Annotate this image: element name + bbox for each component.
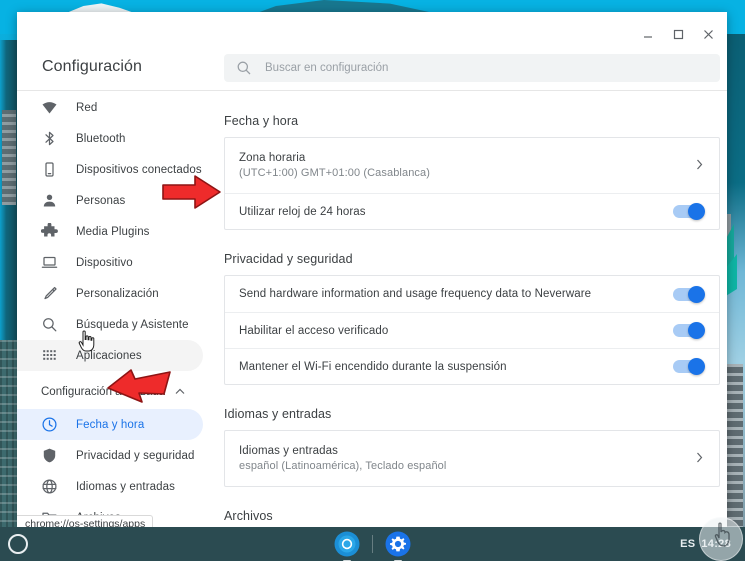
globe-icon <box>41 478 58 495</box>
setting-sublabel: español (Latinoamérica), Teclado español <box>239 460 447 472</box>
setting-toggle[interactable] <box>673 322 705 339</box>
settings-row-text: Zona horaria (UTC+1:00) GMT+01:00 (Casab… <box>239 152 430 179</box>
puzzle-icon <box>41 223 58 240</box>
mouse-cursor <box>78 330 96 352</box>
sidebar-item-label: Bluetooth <box>76 132 126 145</box>
settings-row[interactable]: Send hardware information and usage freq… <box>225 276 719 312</box>
setting-label: Utilizar reloj de 24 horas <box>239 205 366 218</box>
section-title: Idiomas y entradas <box>224 407 332 421</box>
window-controls <box>633 22 723 46</box>
sidebar-item-personalizaci-n[interactable]: Personalización <box>17 278 203 309</box>
search-icon <box>236 60 252 76</box>
setting-sublabel: (UTC+1:00) GMT+01:00 (Casablanca) <box>239 167 430 179</box>
shelf: ES 14:28 <box>0 527 745 561</box>
chevron-up-icon <box>175 387 185 397</box>
sidebar-item-label: Personas <box>76 194 126 207</box>
app-header: Configuración Buscar en configuración <box>17 12 727 91</box>
sidebar: Red Bluetooth Dispositivos conectados Pe… <box>17 92 207 527</box>
settings-row-text: Send hardware information and usage freq… <box>239 288 591 300</box>
status-url-bubble: chrome://os-settings/apps <box>17 515 154 527</box>
toggle-knob <box>688 285 705 303</box>
shelf-separator <box>372 535 373 553</box>
toggle-knob <box>688 358 705 375</box>
minimize-button[interactable] <box>633 22 663 46</box>
arrow-to-fecha-y-hora <box>104 368 176 410</box>
sidebar-item-b-squeda-y-asistente[interactable]: Búsqueda y Asistente <box>17 309 203 340</box>
sidebar-item-idiomas-y-entradas[interactable]: Idiomas y entradas <box>17 471 203 502</box>
page-title: Configuración <box>42 58 143 75</box>
settings-card: Idiomas y entradas español (Latinoaméric… <box>224 430 720 487</box>
settings-row[interactable]: Zona horaria (UTC+1:00) GMT+01:00 (Casab… <box>225 138 719 193</box>
search-icon <box>41 316 58 333</box>
brush-icon <box>41 285 58 302</box>
sidebar-item-label: Media Plugins <box>76 225 150 238</box>
settings-row[interactable]: Idiomas y entradas español (Latinoaméric… <box>225 431 719 486</box>
cursor-secondary <box>713 522 735 553</box>
search-input[interactable]: Buscar en configuración <box>224 54 720 82</box>
settings-row-text: Mantener el Wi-Fi encendido durante la s… <box>239 361 507 373</box>
settings-row-text: Habilitar el acceso verificado <box>239 325 388 337</box>
apps-grid-icon <box>41 347 58 364</box>
bluetooth-icon <box>41 130 58 147</box>
chevron-right-icon <box>696 452 703 466</box>
settings-gear-icon[interactable] <box>385 531 411 561</box>
maximize-button[interactable] <box>663 22 693 46</box>
setting-label: Mantener el Wi-Fi encendido durante la s… <box>239 360 507 373</box>
chevron-right-icon <box>696 159 703 173</box>
close-button[interactable] <box>693 22 723 46</box>
search-placeholder: Buscar en configuración <box>265 62 389 74</box>
person-icon <box>41 192 58 209</box>
section-title: Privacidad y seguridad <box>224 252 353 266</box>
sidebar-item-label: Red <box>76 101 98 114</box>
sidebar-item-label: Privacidad y seguridad <box>76 449 195 462</box>
wallpaper-left-buildings <box>0 40 18 540</box>
chrome-icon[interactable] <box>334 531 360 561</box>
status-url-text: chrome://os-settings/apps <box>25 518 146 527</box>
sidebar-item-fecha-y-hora[interactable]: Fecha y hora <box>17 409 203 440</box>
phone-icon <box>41 161 58 178</box>
section-title: Archivos <box>224 509 273 523</box>
toggle-knob <box>688 322 705 339</box>
sidebar-item-dispositivo[interactable]: Dispositivo <box>17 247 203 278</box>
wifi-icon <box>41 99 58 116</box>
sidebar-item-bluetooth[interactable]: Bluetooth <box>17 123 203 154</box>
settings-row[interactable]: Utilizar reloj de 24 horas <box>225 193 719 229</box>
sidebar-item-label: Búsqueda y Asistente <box>76 318 189 331</box>
sidebar-nav-list: Red Bluetooth Dispositivos conectados Pe… <box>17 92 207 371</box>
settings-row[interactable]: Mantener el Wi-Fi encendido durante la s… <box>225 348 719 384</box>
section-title: Fecha y hora <box>224 114 299 128</box>
settings-card: Zona horaria (UTC+1:00) GMT+01:00 (Casab… <box>224 137 720 230</box>
laptop-icon <box>41 254 58 271</box>
main-content: Fecha y hora Zona horaria (UTC+1:00) GMT… <box>208 92 727 527</box>
settings-card: Send hardware information and usage freq… <box>224 275 720 385</box>
settings-row-text: Utilizar reloj de 24 horas <box>239 206 366 218</box>
clock-icon <box>41 416 58 433</box>
sidebar-item-label: Personalización <box>76 287 159 300</box>
settings-row[interactable]: Habilitar el acceso verificado <box>225 312 719 348</box>
settings-window: Configuración Buscar en configuración Re… <box>17 12 727 527</box>
sidebar-item-aplicaciones[interactable]: Aplicaciones <box>17 340 203 371</box>
setting-label: Zona horaria <box>239 152 306 164</box>
shield-icon <box>41 447 58 464</box>
sidebar-item-red[interactable]: Red <box>17 92 203 123</box>
keyboard-layout-indicator: ES <box>680 538 696 550</box>
sidebar-item-label: Idiomas y entradas <box>76 480 175 493</box>
sidebar-advanced-list: Fecha y hora Privacidad y seguridad Idio… <box>17 409 207 527</box>
sidebar-item-privacidad-y-seguridad[interactable]: Privacidad y seguridad <box>17 440 203 471</box>
arrow-to-24h-clock <box>161 173 223 211</box>
setting-toggle[interactable] <box>673 358 705 375</box>
setting-label: Idiomas y entradas <box>239 445 338 457</box>
shelf-app-list <box>0 527 745 561</box>
setting-toggle[interactable] <box>673 203 705 220</box>
sidebar-item-label: Dispositivo <box>76 256 133 269</box>
settings-row-text: Idiomas y entradas español (Latinoaméric… <box>239 445 446 472</box>
sidebar-item-label: Fecha y hora <box>76 418 145 431</box>
setting-label: Habilitar el acceso verificado <box>239 324 389 337</box>
sidebar-item-media-plugins[interactable]: Media Plugins <box>17 216 203 247</box>
setting-toggle[interactable] <box>673 285 705 303</box>
toggle-knob <box>688 203 705 220</box>
setting-label: Send hardware information and usage freq… <box>239 288 592 300</box>
